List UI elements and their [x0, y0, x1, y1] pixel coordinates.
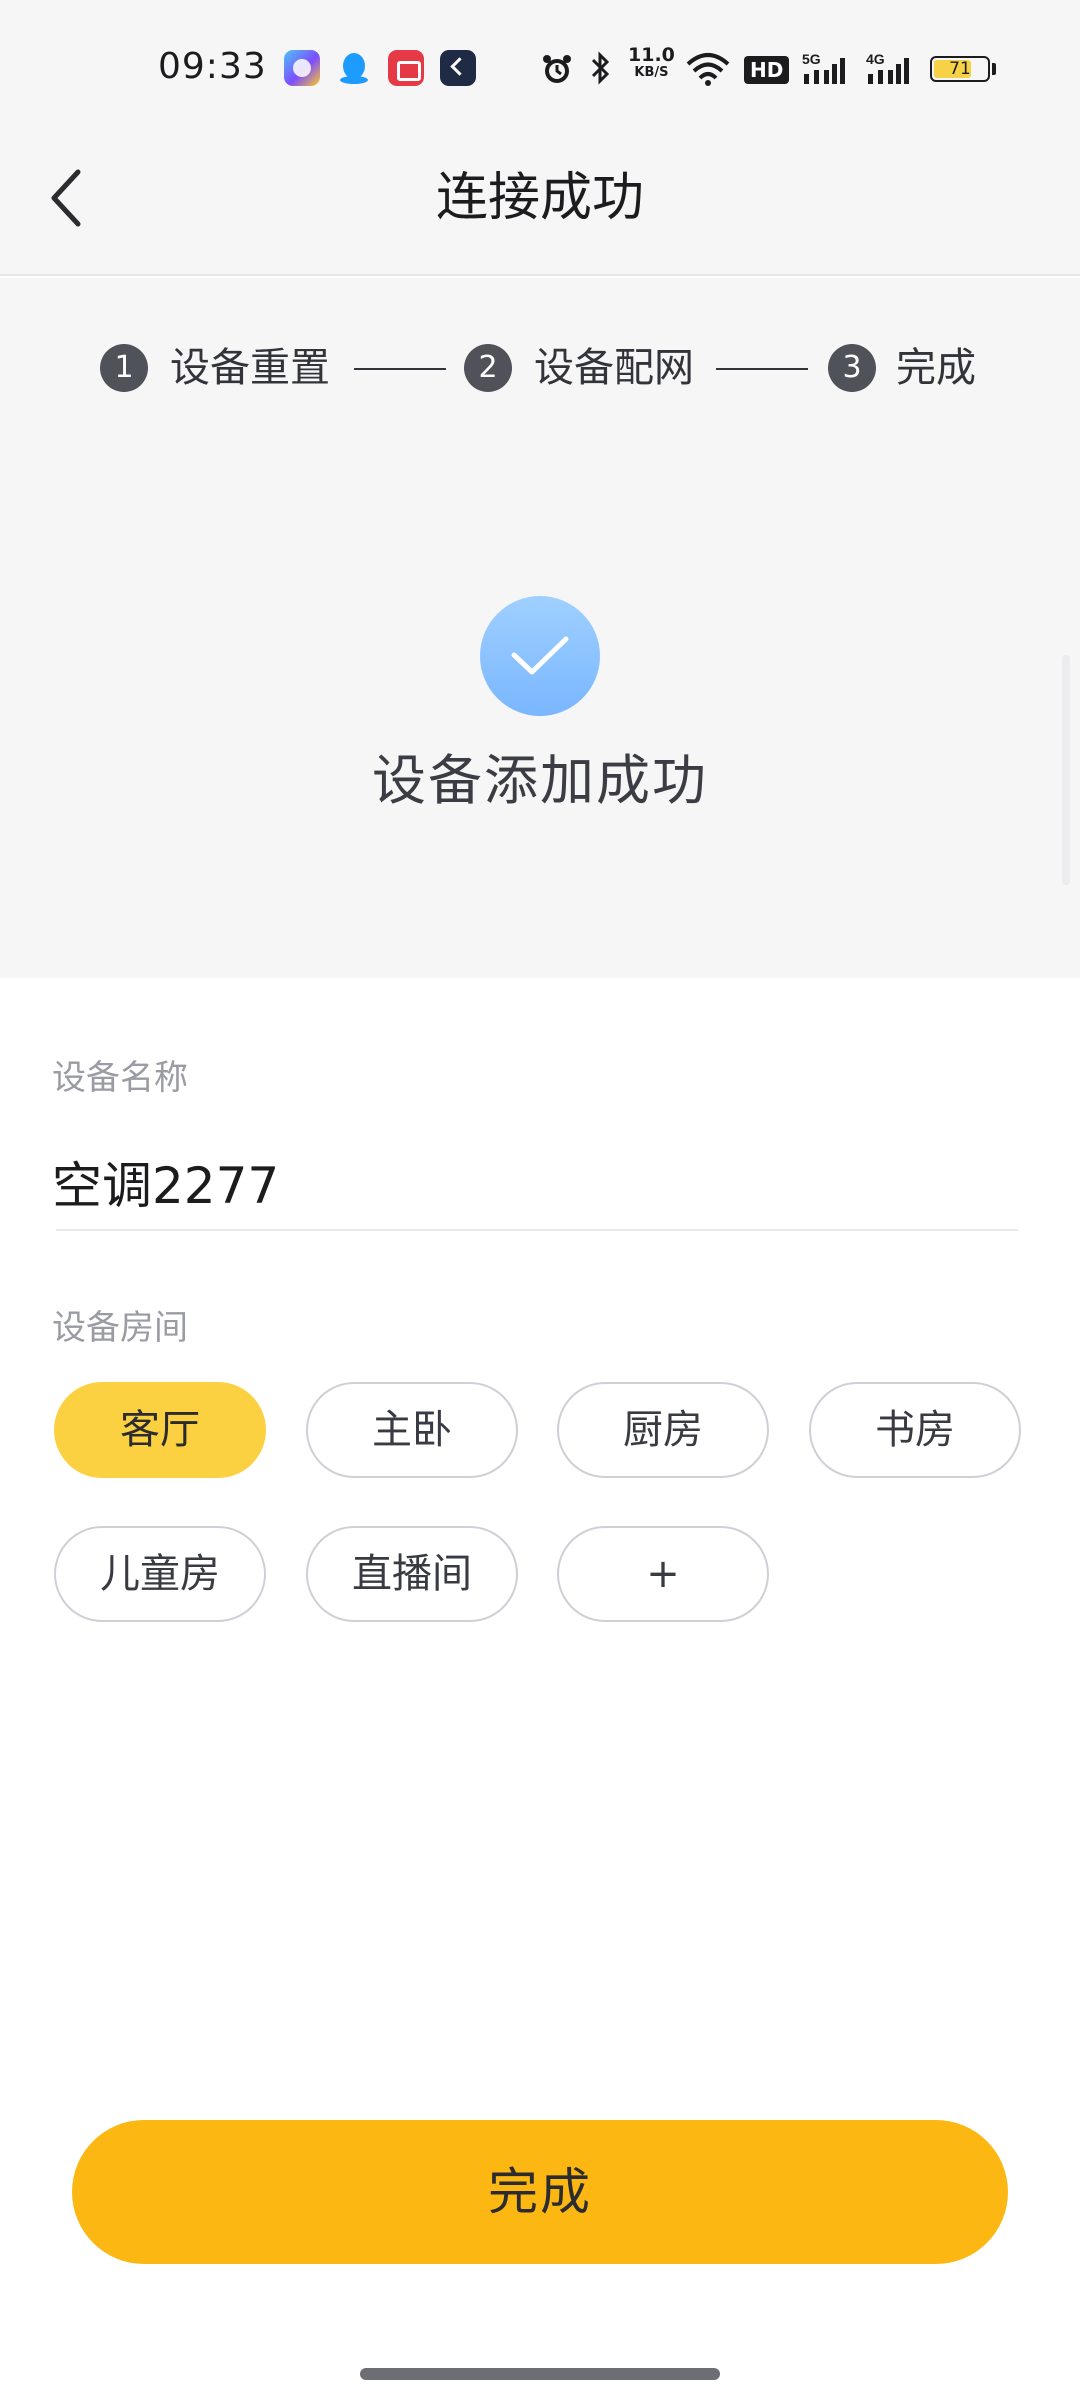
bluetooth-icon	[590, 50, 612, 90]
step-1-number: 1	[100, 344, 148, 392]
screen: 09:33 11.0 KB/S HD 5G 4G 71 连接成功 1 设备重置 …	[0, 0, 1080, 2400]
device-name-underline	[56, 1229, 1018, 1231]
dark-app-icon	[440, 50, 476, 86]
hd-icon: HD	[744, 56, 790, 84]
alarm-icon	[540, 52, 574, 90]
progress-steps: 1 设备重置 2 设备配网 3 完成	[0, 334, 1080, 398]
device-room-label: 设备房间	[52, 1308, 188, 1348]
qq-icon	[336, 50, 372, 86]
scroll-indicator	[1062, 655, 1070, 885]
step-divider	[354, 368, 446, 370]
check-icon	[511, 636, 569, 675]
step-divider	[716, 368, 808, 370]
battery-icon: 71	[930, 56, 990, 82]
room-chip-master-bedroom[interactable]: 主卧	[306, 1382, 518, 1478]
nav-bar: 连接成功	[0, 120, 1080, 276]
room-chip-kitchen[interactable]: 厨房	[557, 1382, 769, 1478]
browser-icon	[284, 50, 320, 86]
signal-2-label: 4G	[866, 51, 885, 67]
wifi-icon	[686, 52, 730, 90]
chevron-left-icon	[51, 169, 81, 227]
back-button[interactable]	[36, 158, 96, 238]
signal-icon-2: 4G	[866, 50, 916, 90]
page-title: 连接成功	[435, 168, 644, 228]
room-chip-kids-room[interactable]: 儿童房	[54, 1526, 266, 1622]
signal-1-label: 5G	[802, 51, 821, 67]
signal-icon: 5G	[802, 50, 852, 90]
device-name-label: 设备名称	[52, 1058, 188, 1098]
room-chip-live-room[interactable]: 直播间	[306, 1526, 518, 1622]
network-speed: 11.0 KB/S	[628, 46, 675, 82]
done-button[interactable]: 完成	[72, 2120, 1008, 2264]
success-message: 设备添加成功	[372, 749, 708, 812]
room-chip-living-room[interactable]: 客厅	[54, 1382, 266, 1478]
success-icon	[480, 596, 600, 716]
network-speed-value: 11.0	[628, 44, 675, 66]
status-time: 09:33	[158, 46, 267, 87]
step-1-label: 设备重置	[170, 345, 330, 391]
battery-level: 71	[949, 59, 971, 79]
success-panel: 1 设备重置 2 设备配网 3 完成 设备添加成功	[0, 278, 1080, 978]
step-2-label: 设备配网	[534, 345, 694, 391]
step-2-number: 2	[464, 344, 512, 392]
video-app-icon	[388, 50, 424, 86]
home-indicator[interactable]	[360, 2368, 720, 2380]
network-speed-unit: KB/S	[634, 65, 669, 80]
room-chip-study[interactable]: 书房	[809, 1382, 1021, 1478]
battery-tip	[992, 63, 996, 75]
status-bar: 09:33 11.0 KB/S HD 5G 4G 71	[0, 0, 1080, 120]
step-3-label: 完成	[896, 345, 976, 391]
step-3-number: 3	[828, 344, 876, 392]
device-name-input[interactable]: 空调2277	[52, 1146, 279, 1218]
add-room-button[interactable]: +	[557, 1526, 769, 1622]
